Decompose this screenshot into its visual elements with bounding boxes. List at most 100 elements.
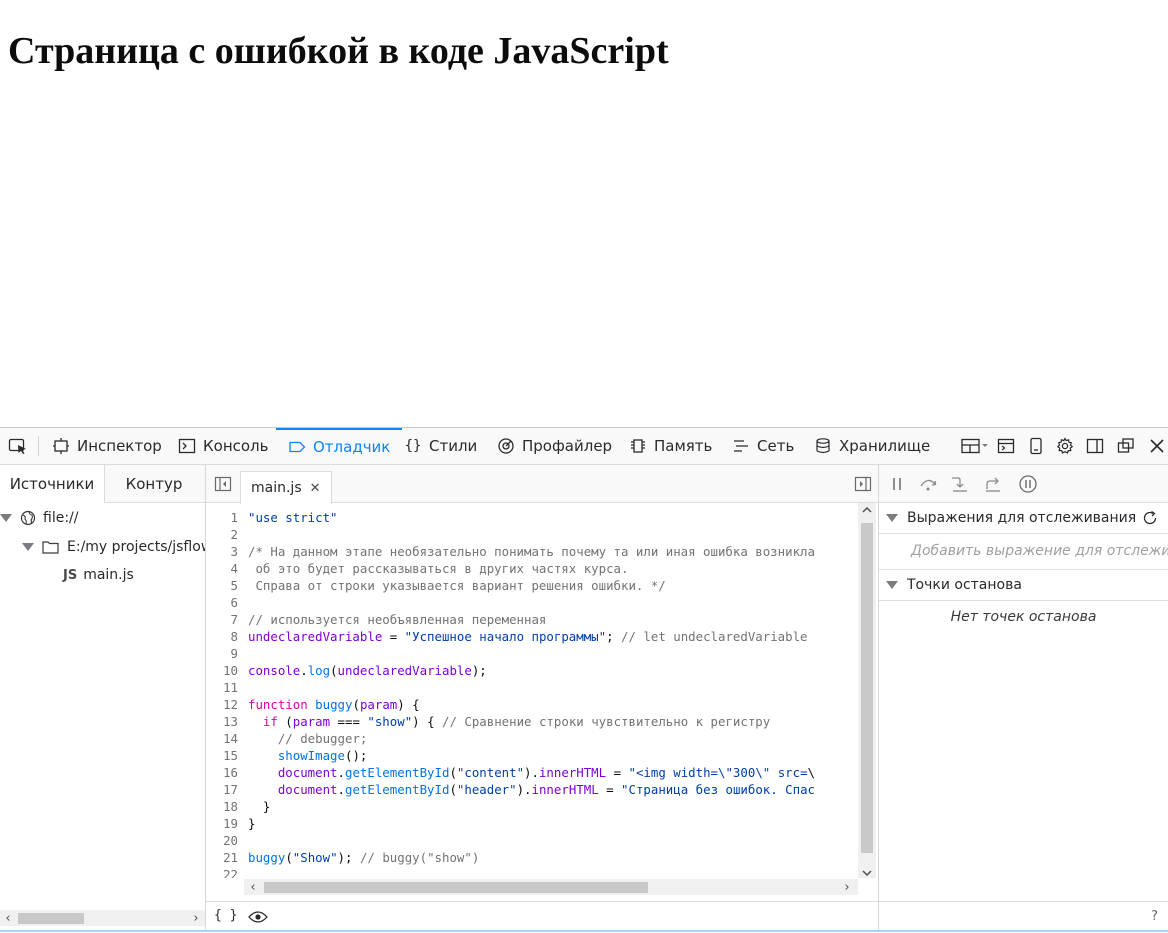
scroll-down-arrow-icon[interactable] [861,863,873,882]
pause-icon[interactable] [887,465,907,502]
expand-triangle-icon [22,543,34,551]
tab-console[interactable]: Консоль [178,428,269,464]
add-watch-expression-input[interactable]: Добавить выражение для отслеживания [879,535,1168,567]
line-number[interactable]: 20 [206,832,238,849]
line-number[interactable]: 7 [206,611,238,628]
line-number[interactable]: 12 [206,696,238,713]
line-content: function buggy(param) { [248,697,420,712]
editor-horizontal-scrollbar[interactable]: ‹ › [244,879,858,895]
line-number[interactable]: 17 [206,781,238,798]
tree-item-file[interactable]: JS main.js [63,562,134,588]
eye-icon[interactable] [248,910,268,924]
breakpoints-header[interactable]: Точки останова [879,569,1168,601]
close-icon[interactable] [1146,428,1168,464]
step-in-icon[interactable] [949,465,971,502]
tab-memory[interactable]: Память [629,428,712,464]
line-content: if (param === "show") { // Сравнение стр… [262,714,771,729]
tree-item-root[interactable]: file:// [0,505,78,531]
line-number[interactable]: 3 [206,543,238,560]
tree-folder-label: E:/my projects/jsflow [67,539,205,555]
tree-file-label: main.js [83,567,134,583]
scroll-left-arrow-icon[interactable]: ‹ [1,910,15,926]
split-console-icon[interactable] [994,428,1018,464]
step-out-icon[interactable] [982,465,1004,502]
frame-picker-icon[interactable] [958,428,992,464]
tab-storage[interactable]: Хранилище [814,428,930,464]
tab-network-label: Сеть [757,437,795,455]
toggle-debugger-panel-icon[interactable] [852,465,874,502]
scroll-right-arrow-icon[interactable]: › [189,910,203,926]
pretty-print-button[interactable]: { } [214,908,237,923]
line-number[interactable]: 14 [206,730,238,747]
sources-panel: Источники Контур file:// E:/my projects/… [0,465,206,932]
expand-triangle-icon [886,581,898,589]
scrollbar-thumb[interactable] [861,523,873,853]
line-number[interactable]: 9 [206,645,238,662]
dock-side-icon[interactable] [1084,428,1106,464]
line-content: buggy("Show"); // buggy("show") [248,850,480,865]
line-number[interactable]: 10 [206,662,238,679]
sources-horizontal-scrollbar[interactable]: ‹ › [0,910,205,926]
pause-on-exceptions-icon[interactable] [1017,465,1039,502]
line-number[interactable]: 13 [206,713,238,730]
watch-expressions-header[interactable]: Выражения для отслеживания [879,503,1168,534]
line-number[interactable]: 11 [206,679,238,696]
line-content: // debugger; [277,731,368,746]
scroll-left-arrow-icon[interactable]: ‹ [246,879,260,895]
line-number[interactable]: 4 [206,560,238,577]
close-tab-icon[interactable]: ✕ [310,481,321,496]
memory-icon [629,437,647,455]
tree-item-folder[interactable]: E:/my projects/jsflow [22,534,205,560]
line-number[interactable]: 6 [206,594,238,611]
editor-vertical-scrollbar[interactable] [858,503,876,878]
help-icon[interactable]: ? [1151,909,1158,924]
scroll-up-arrow-icon[interactable] [861,505,873,518]
editor-footer: { } [206,901,878,933]
line-number[interactable]: 15 [206,747,238,764]
expand-triangle-icon [886,514,898,522]
line-number[interactable]: 2 [206,526,238,543]
tab-debugger-label: Отладчик [313,438,391,456]
line-number[interactable]: 19 [206,815,238,832]
debugger-footer: ? [879,901,1168,933]
scrollbar-thumb[interactable] [264,882,648,893]
line-number[interactable]: 22 [206,866,238,878]
page-heading: Страница с ошибкой в коде JavaScript [8,30,669,72]
editor-file-tab[interactable]: main.js ✕ [240,471,332,504]
tab-outline[interactable]: Контур [104,465,204,502]
separate-window-icon[interactable] [1115,428,1137,464]
refresh-icon[interactable] [1142,510,1158,526]
line-content: } [248,816,256,831]
line-number[interactable]: 21 [206,849,238,866]
line-content: } [248,799,271,814]
tab-style-editor[interactable]: {} Стили [404,428,478,464]
toolbar-separator [38,436,39,456]
tab-inspector[interactable]: Инспектор [52,428,162,464]
step-over-icon[interactable] [917,465,939,502]
line-number[interactable]: 1 [206,509,238,526]
profiler-icon [497,437,515,455]
storage-icon [814,437,832,455]
line-number[interactable]: 18 [206,798,238,815]
line-number[interactable]: 16 [206,764,238,781]
tab-network[interactable]: Сеть [732,428,794,464]
tab-memory-label: Память [654,437,713,455]
scrollbar-thumb[interactable] [18,913,84,924]
settings-gear-icon[interactable] [1054,428,1076,464]
tab-debugger[interactable]: Отладчик [276,428,403,464]
network-icon [732,437,750,455]
line-number[interactable]: 5 [206,577,238,594]
line-content: об это будет рассказываться в других час… [248,561,629,576]
tab-sources[interactable]: Источники [0,465,105,503]
line-number[interactable]: 8 [206,628,238,645]
element-picker-icon[interactable] [4,428,32,464]
toggle-sources-icon[interactable] [212,465,234,502]
responsive-design-icon[interactable] [1026,428,1046,464]
line-content: undeclaredVariable = "Успешное начало пр… [248,629,808,644]
tab-profiler[interactable]: Профайлер [497,428,612,464]
breakpoints-title: Точки останова [907,577,1022,593]
code-editor[interactable]: 1 "use strict" 2 3 /* На данном этапе необяз… [206,503,858,878]
globe-icon [20,510,36,526]
sources-tabs: Источники Контур [0,465,205,503]
scroll-right-arrow-icon[interactable]: › [840,879,854,895]
